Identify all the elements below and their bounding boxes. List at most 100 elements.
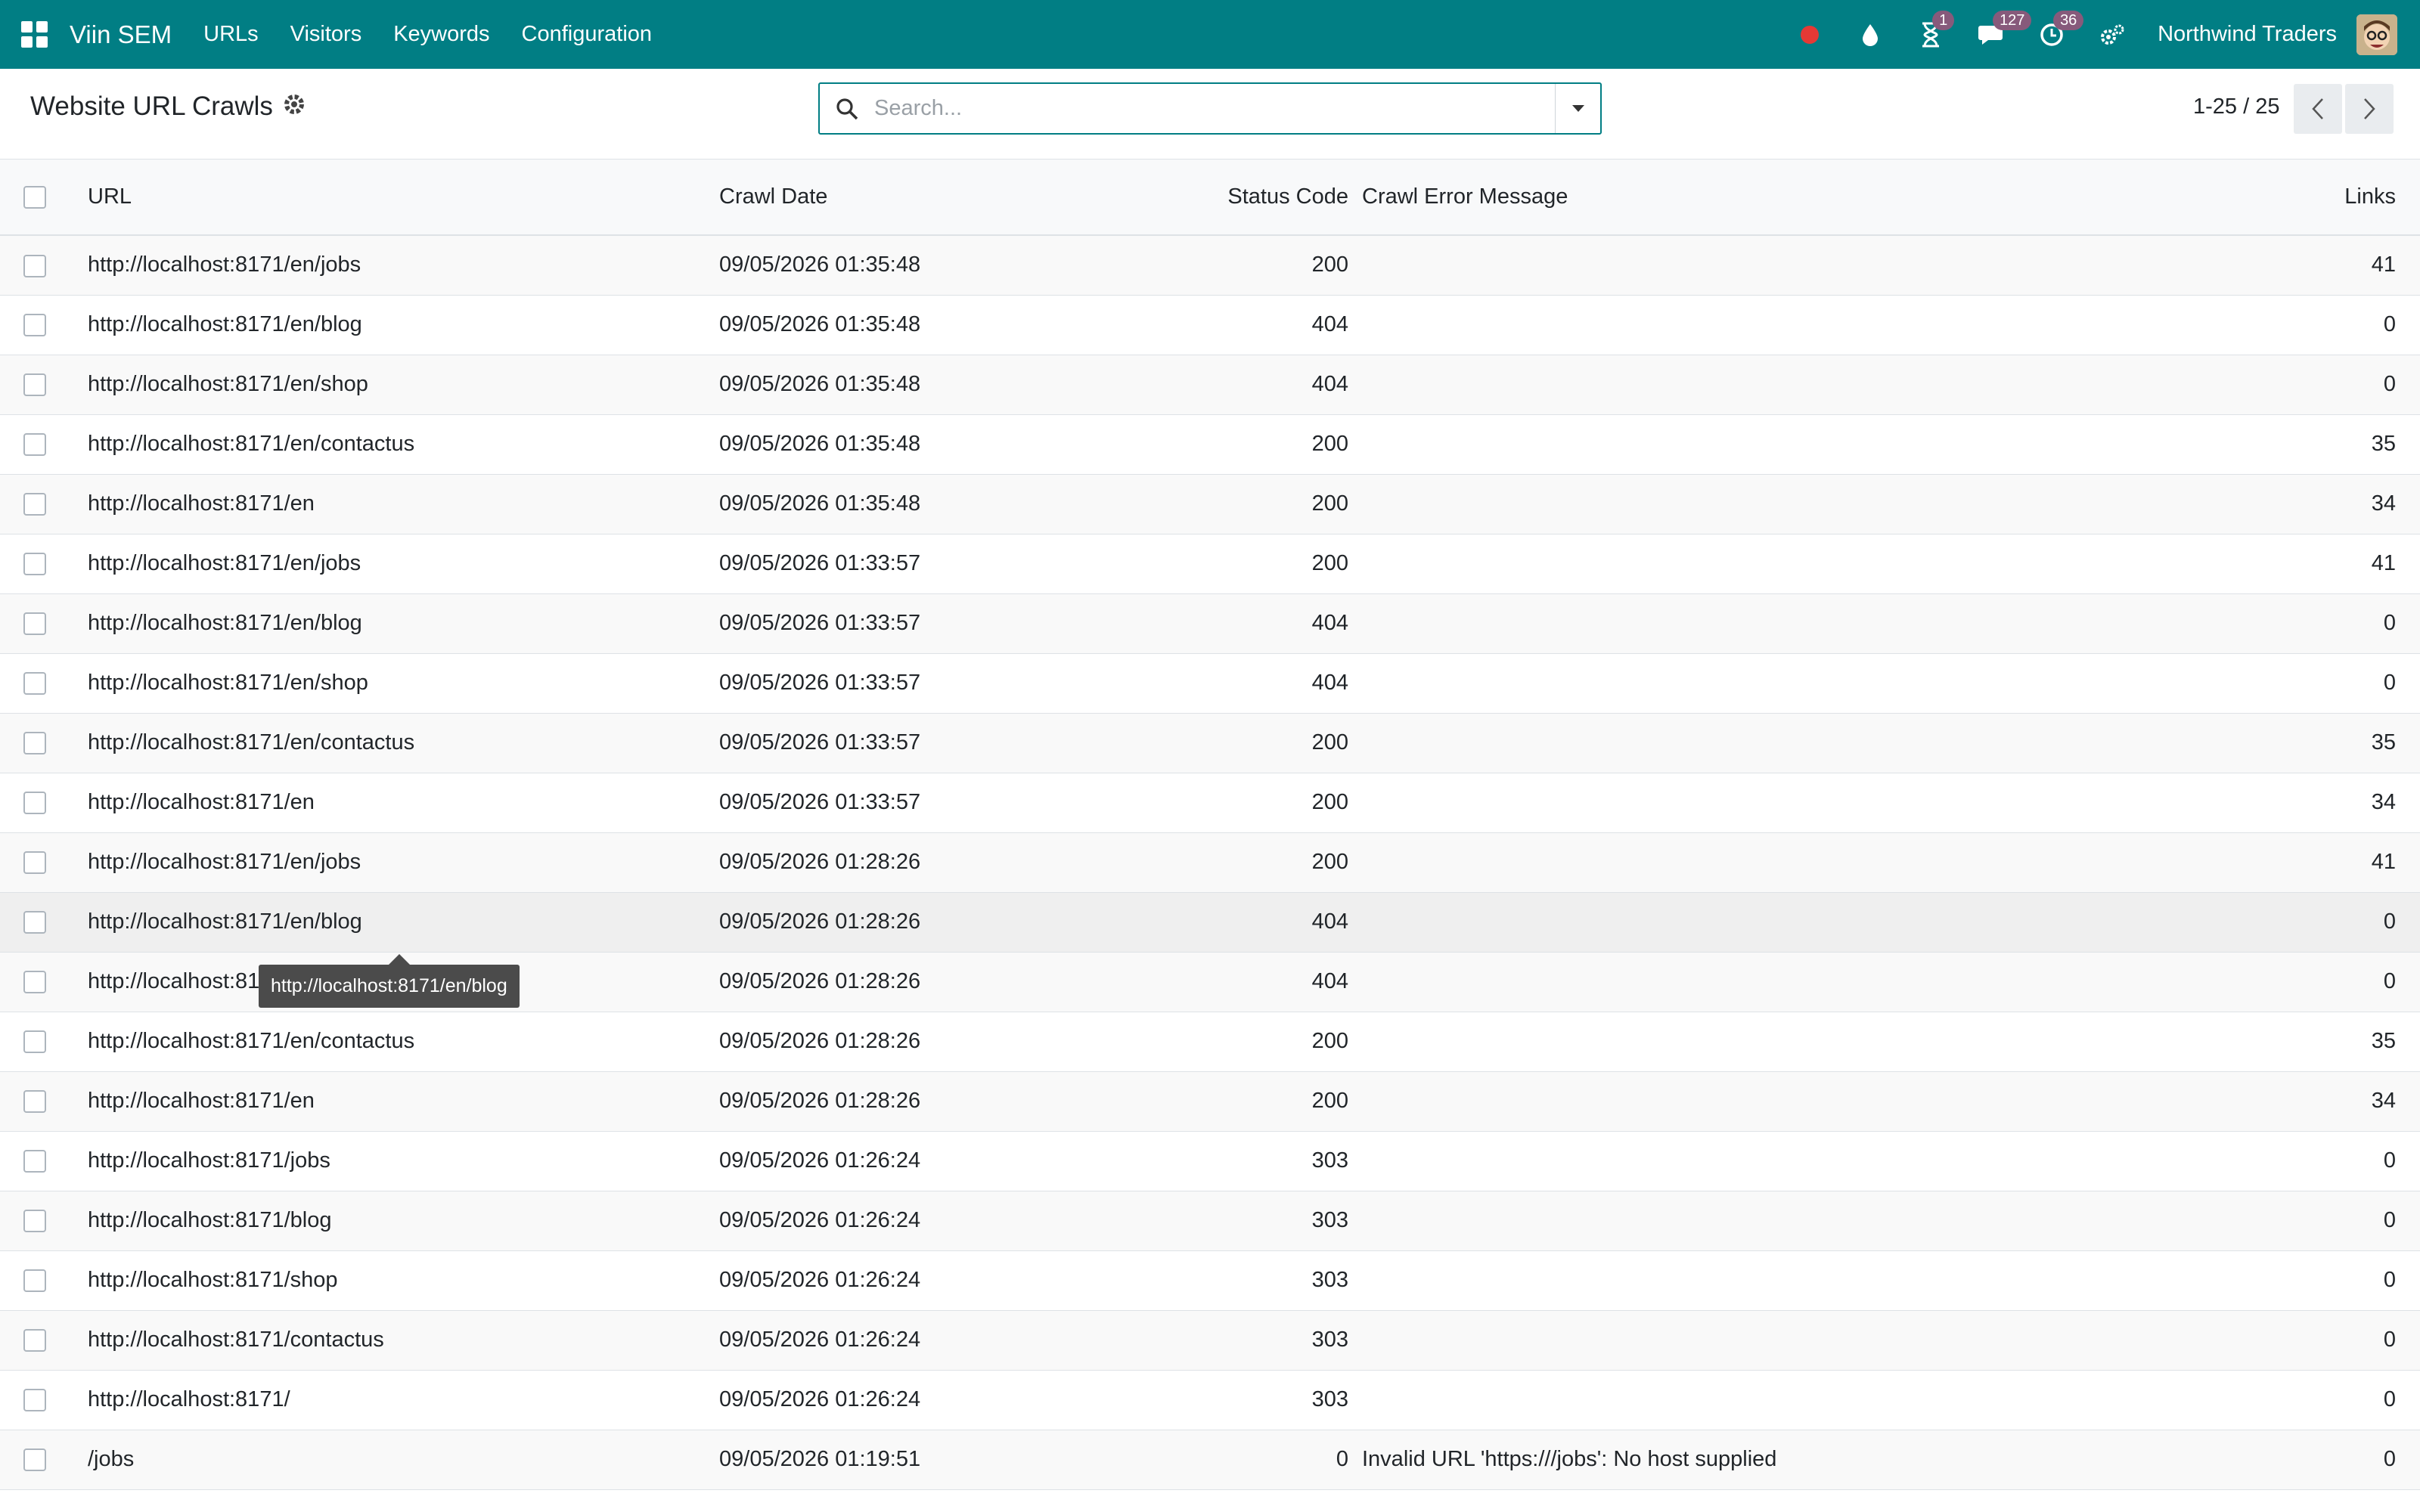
cell-crawl-date: 09/05/2026 01:33:57 (719, 713, 1173, 773)
table-row[interactable]: http://localhost:8171/blog 09/05/2026 01… (0, 1191, 2420, 1251)
crawl-table: URL Crawl Date Status Code Crawl Error M… (0, 160, 2420, 1490)
cell-url[interactable]: http://localhost:8171/en (80, 1071, 719, 1132)
company-switcher[interactable]: Northwind Traders (2158, 22, 2337, 47)
table-row[interactable]: /jobs 09/05/2026 01:19:51 0 Invalid URL … (0, 1430, 2420, 1490)
row-checkbox[interactable] (23, 1448, 46, 1472)
table-row[interactable]: http://localhost:8171/en/blog 09/05/2026… (0, 892, 2420, 953)
table-row[interactable]: http://localhost:8171/ 09/05/2026 01:26:… (0, 1370, 2420, 1430)
row-checkbox[interactable] (23, 851, 46, 875)
cell-url[interactable]: http://localhost:8171/ (80, 1370, 719, 1430)
cell-crawl-error (1354, 414, 2262, 475)
cell-url[interactable]: http://localhost:8171/en/jobs (80, 235, 719, 296)
row-checkbox[interactable] (23, 612, 46, 636)
record-indicator-icon[interactable] (1795, 20, 1825, 50)
row-checkbox[interactable] (23, 1269, 46, 1293)
timer-clock-icon[interactable]: 36 (2037, 10, 2084, 50)
cell-crawl-error (1354, 295, 2262, 355)
cell-crawl-date: 09/05/2026 01:35:48 (719, 235, 1173, 296)
column-header-links[interactable]: Links (2262, 160, 2420, 236)
column-header-url[interactable]: URL (80, 160, 719, 236)
cell-url[interactable]: http://localhost:8171/en/blog (80, 295, 719, 355)
row-checkbox[interactable] (23, 672, 46, 696)
table-row[interactable]: http://localhost:8171/en/shop 09/05/2026… (0, 355, 2420, 415)
row-checkbox[interactable] (23, 911, 46, 934)
menu-item-configuration[interactable]: Configuration (522, 22, 653, 47)
cell-url[interactable]: http://localhost:8171/shop (80, 1250, 719, 1311)
table-row[interactable]: http://localhost:8171/en 09/05/2026 01:2… (0, 1071, 2420, 1132)
menu-item-keywords[interactable]: Keywords (393, 22, 489, 47)
row-checkbox[interactable] (23, 1329, 46, 1352)
table-row[interactable]: http://localhost:8171/en/blog 09/05/2026… (0, 295, 2420, 355)
cell-url[interactable]: http://localhost:8171/en/jobs (80, 832, 719, 893)
table-row[interactable]: http://localhost:8171/en 09/05/2026 01:3… (0, 474, 2420, 534)
column-header-crawl-error[interactable]: Crawl Error Message (1354, 160, 2262, 236)
search-options-toggle[interactable] (1555, 84, 1600, 133)
menu-item-visitors[interactable]: Visitors (290, 22, 362, 47)
cell-url[interactable]: http://localhost:8171/en/blog (80, 892, 719, 953)
row-checkbox[interactable] (23, 971, 46, 994)
row-select-cell (0, 1310, 80, 1371)
drop-icon[interactable] (1855, 20, 1885, 50)
cell-links: 41 (2262, 235, 2420, 296)
row-checkbox[interactable] (23, 314, 46, 337)
row-select-cell (0, 773, 80, 833)
apps-menu-icon[interactable] (21, 20, 48, 48)
cell-url[interactable]: http://localhost:8171/en/shop (80, 355, 719, 415)
table-row[interactable]: http://localhost:8171/en/contactus 09/05… (0, 1012, 2420, 1072)
activities-hourglass-icon[interactable]: 1 (1916, 10, 1955, 50)
row-checkbox[interactable] (23, 254, 46, 277)
table-row[interactable]: http://localhost:8171/jobs 09/05/2026 01… (0, 1131, 2420, 1191)
table-row[interactable]: http://localhost:8171/shop 09/05/2026 01… (0, 1250, 2420, 1311)
table-row[interactable]: http://localhost:8171/en/contactus 09/05… (0, 414, 2420, 475)
table-row[interactable]: http://localhost:8171/en/jobs 09/05/2026… (0, 235, 2420, 296)
cell-url[interactable]: http://localhost:8171/en/jobs (80, 534, 719, 594)
pager-next-button[interactable] (2345, 84, 2394, 134)
table-row[interactable]: http://localhost:8171/en 09/05/2026 01:3… (0, 773, 2420, 833)
row-checkbox[interactable] (23, 493, 46, 516)
row-checkbox[interactable] (23, 1210, 46, 1233)
pager-value[interactable]: 1-25 / 25 (2193, 94, 2279, 119)
cell-url[interactable]: http://localhost:8171/en/contactus (80, 713, 719, 773)
cell-url[interactable]: http://localhost:8171/en/blog (80, 593, 719, 654)
messaging-chat-icon[interactable]: 127 (1976, 10, 2032, 50)
cell-url[interactable]: /jobs (80, 1430, 719, 1490)
row-select-cell (0, 235, 80, 296)
cell-url[interactable]: http://localhost:8171/en/contactus (80, 1012, 719, 1072)
table-row[interactable]: http://localhost:8171/contactus 09/05/20… (0, 1310, 2420, 1371)
column-header-crawl-date[interactable]: Crawl Date (719, 160, 1173, 236)
table-row[interactable]: http://localhost:8171/en/shop 09/05/2026… (0, 653, 2420, 714)
cell-url[interactable]: http://localhost:8171/en (80, 474, 719, 534)
row-checkbox[interactable] (23, 553, 46, 576)
cell-crawl-error: Invalid URL 'https:///jobs': No host sup… (1354, 1430, 2262, 1490)
table-row[interactable]: http://localhost:8171/en/contactus 09/05… (0, 713, 2420, 773)
app-brand[interactable]: Viin SEM (70, 20, 172, 49)
search-input[interactable] (874, 84, 1555, 133)
row-checkbox[interactable] (23, 1030, 46, 1054)
row-checkbox[interactable] (23, 433, 46, 457)
row-checkbox[interactable] (23, 373, 46, 397)
table-row[interactable]: http://localhost:8171/en/jobs 09/05/2026… (0, 832, 2420, 893)
column-header-status-code[interactable]: Status Code (1173, 160, 1354, 236)
table-row[interactable]: http://localhost:8171/en/jobs 09/05/2026… (0, 534, 2420, 594)
row-checkbox[interactable] (23, 792, 46, 815)
page-gear-icon[interactable] (281, 91, 307, 117)
cell-url[interactable]: http://localhost:8171/jobs (80, 1131, 719, 1191)
pager-previous-button[interactable] (2294, 84, 2342, 134)
settings-gears-icon[interactable] (2097, 20, 2127, 50)
user-avatar[interactable] (2356, 14, 2397, 55)
row-checkbox[interactable] (23, 732, 46, 755)
menu-item-urls[interactable]: URLs (203, 22, 259, 47)
table-row[interactable]: http://localhost:8171/en/blog 09/05/2026… (0, 593, 2420, 654)
row-select-cell (0, 593, 80, 654)
cell-url[interactable]: http://localhost:8171/blog (80, 1191, 719, 1251)
row-checkbox[interactable] (23, 1389, 46, 1412)
row-checkbox[interactable] (23, 1150, 46, 1173)
cell-links: 35 (2262, 713, 2420, 773)
cell-url[interactable]: http://localhost:8171/en (80, 773, 719, 833)
cell-crawl-error (1354, 1071, 2262, 1132)
select-all-checkbox[interactable] (23, 186, 46, 209)
cell-url[interactable]: http://localhost:8171/en/shop (80, 653, 719, 714)
cell-url[interactable]: http://localhost:8171/contactus (80, 1310, 719, 1371)
cell-url[interactable]: http://localhost:8171/en/contactus (80, 414, 719, 475)
row-checkbox[interactable] (23, 1090, 46, 1114)
